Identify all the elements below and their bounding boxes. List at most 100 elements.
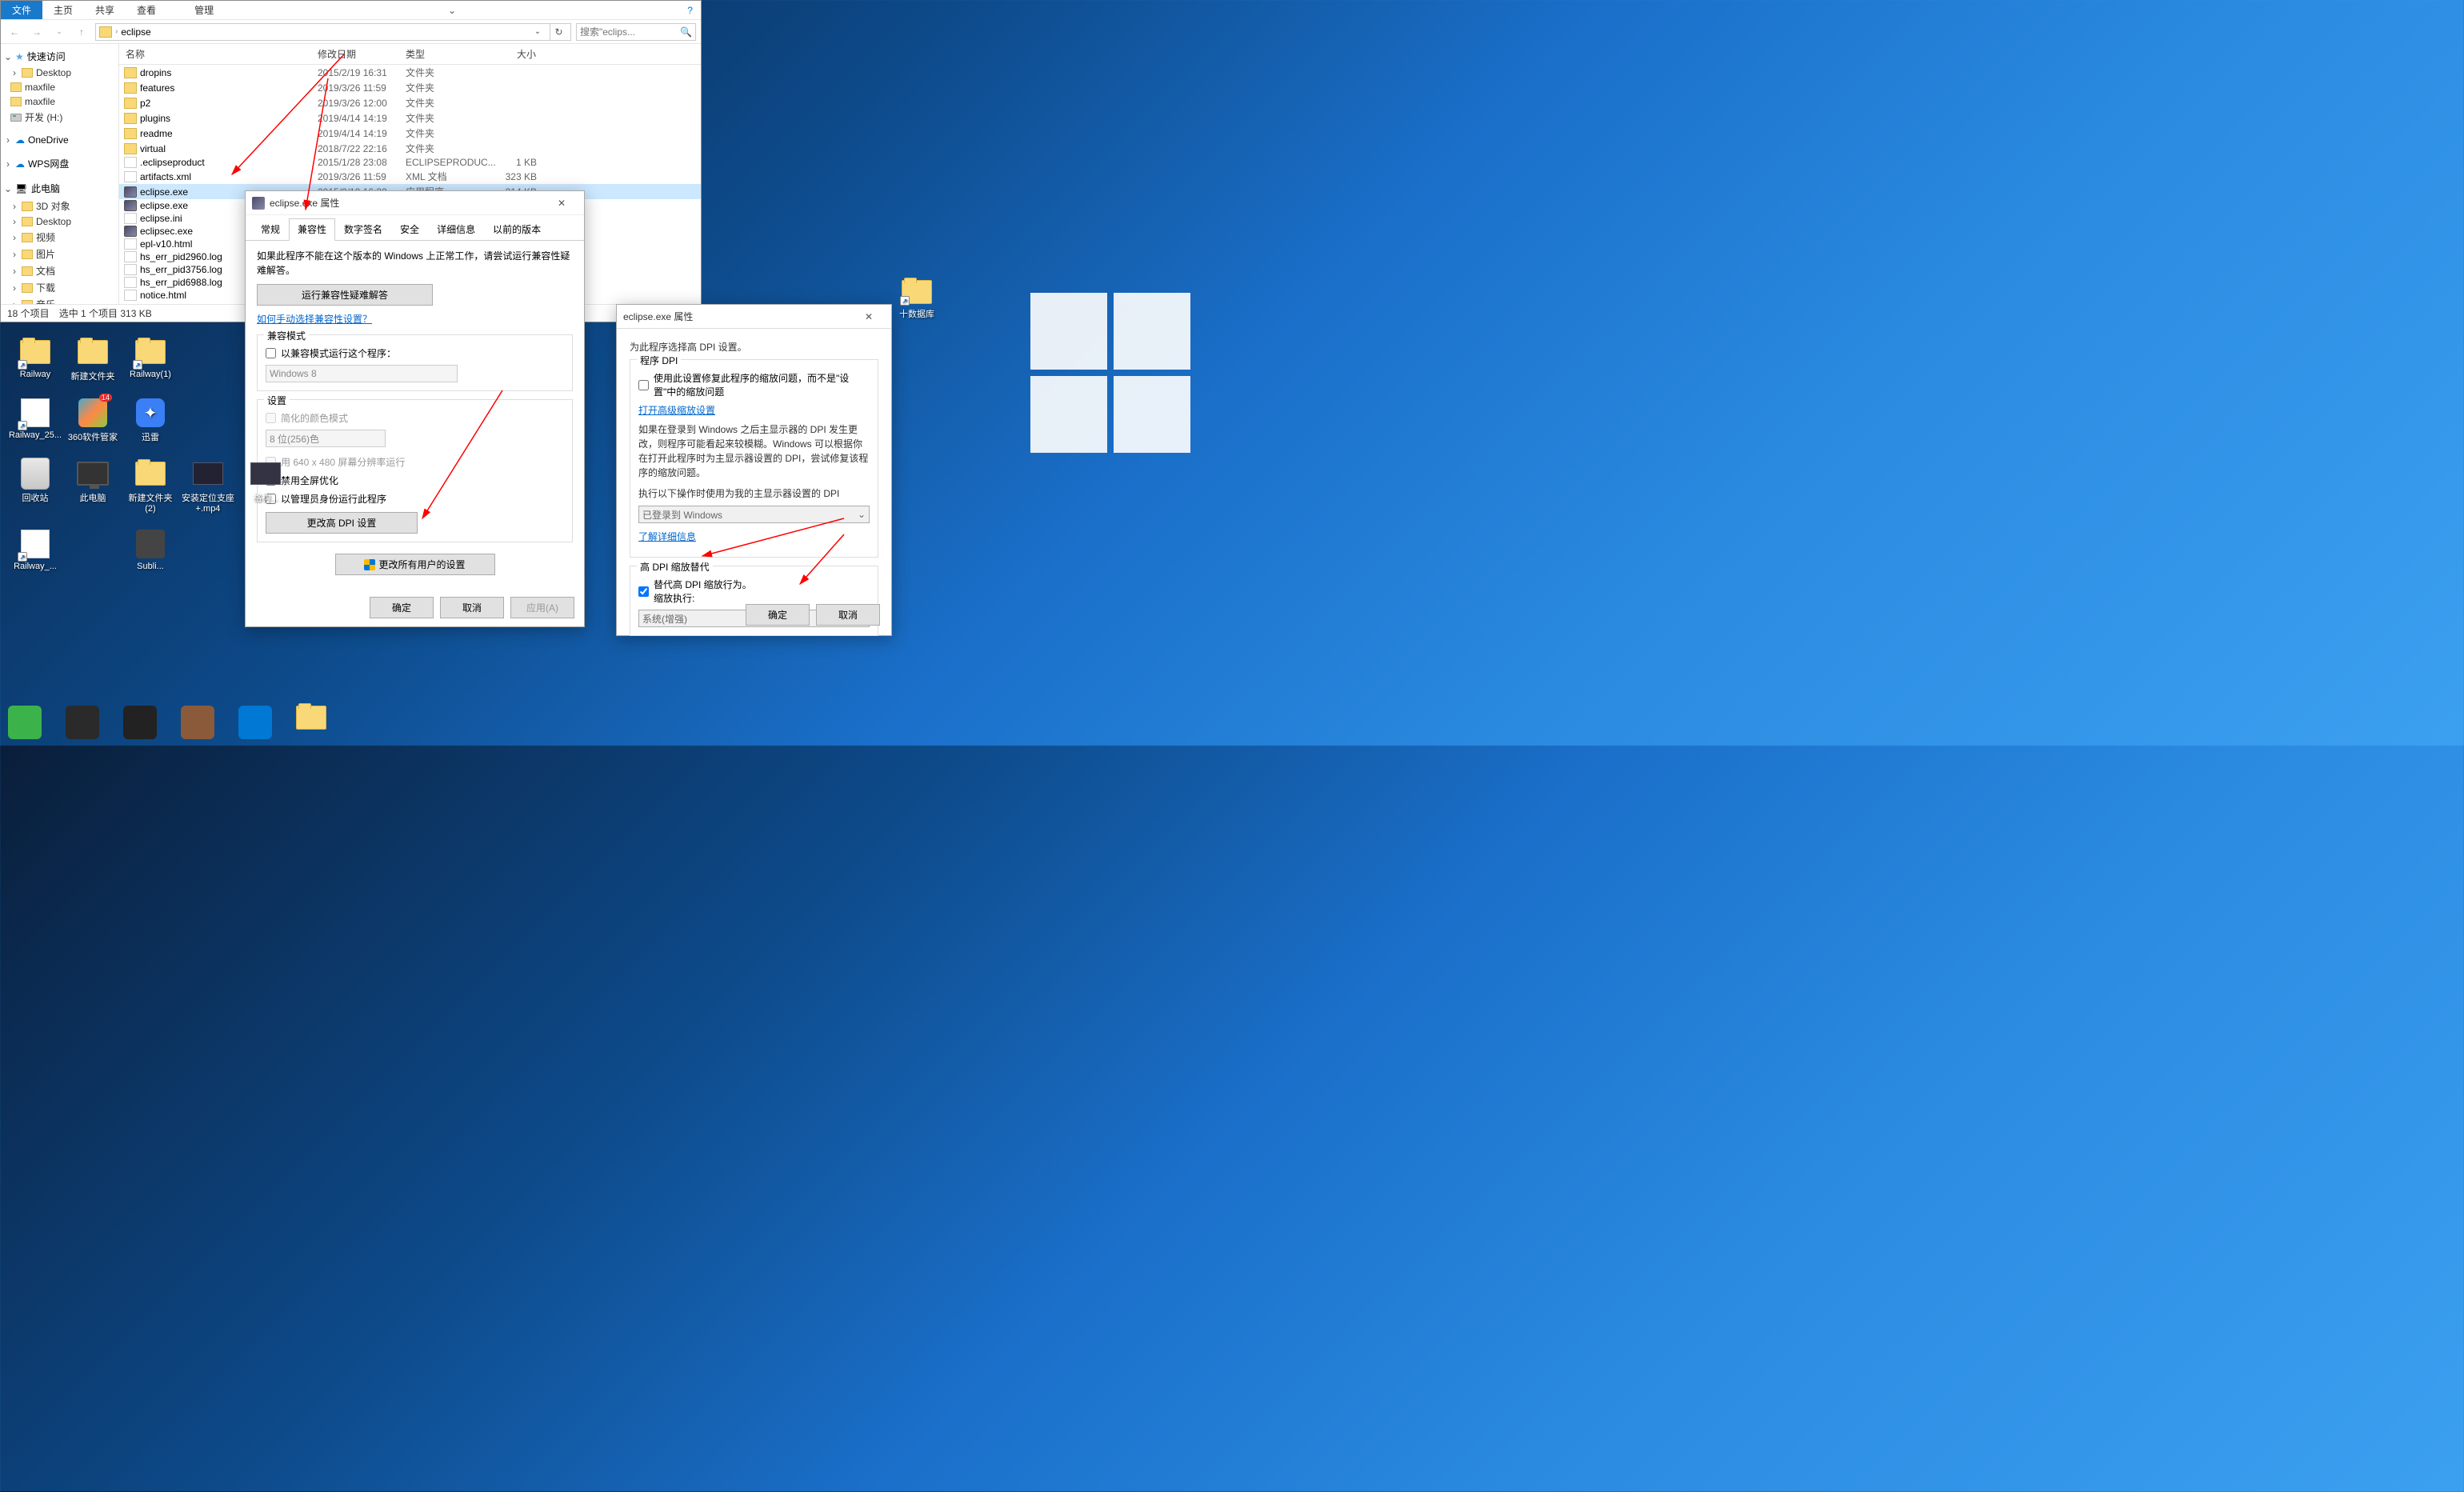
file-type: 文件夹 [399,126,479,140]
desktop-item[interactable]: ↗Railway [8,336,62,382]
qq-icon[interactable] [66,706,99,739]
folder-icon [124,113,137,124]
search-input[interactable] [580,26,680,38]
tab-previous[interactable]: 以前的版本 [484,218,550,240]
wechat-icon[interactable] [8,706,42,739]
unity-icon[interactable] [123,706,157,739]
desktop-folder-db[interactable]: ↗ 十数据库 [899,280,934,320]
ribbon-tab-manage[interactable]: 管理 [183,1,225,19]
app-icon[interactable] [181,706,214,739]
cancel-button[interactable]: 取消 [440,597,504,618]
file-name: features [140,82,174,94]
file-row[interactable]: .eclipseproduct2015/1/28 23:08ECLIPSEPRO… [119,156,701,169]
col-header-date[interactable]: 修改日期 [311,44,399,64]
ribbon-tab-view[interactable]: 查看 [126,1,167,19]
nav-back-icon[interactable]: ← [6,23,23,41]
sidebar-quick-access[interactable]: ⌄★快速访问 [1,47,118,66]
file-row[interactable]: dropins2015/2/19 16:31文件夹 [119,65,701,80]
tab-signatures[interactable]: 数字签名 [335,218,391,240]
tab-details[interactable]: 详细信息 [428,218,484,240]
open-advanced-link[interactable]: 打开高级缩放设置 [638,405,715,416]
sidebar-wps[interactable]: ›☁WPS网盘 [1,154,118,173]
apply-button[interactable]: 应用(A) [510,597,574,618]
folder-icon [124,82,137,94]
sidebar-onedrive[interactable]: ›☁OneDrive [1,132,118,148]
sidebar-item-desktop2[interactable]: ›Desktop [1,214,118,229]
tab-compat[interactable]: 兼容性 [289,218,335,241]
close-icon[interactable]: ✕ [546,192,578,214]
desktop-recycle-bin[interactable]: 回收站 [8,458,62,514]
desktop-item[interactable]: 格构... [238,458,293,514]
file-row[interactable]: readme2019/4/14 14:19文件夹 [119,126,701,141]
file-row[interactable]: plugins2019/4/14 14:19文件夹 [119,110,701,126]
desktop-item[interactable]: Subli... [123,528,178,571]
compat-mode-checkbox[interactable]: 以兼容模式运行这个程序： [266,346,564,360]
desktop-item[interactable]: ✦迅雷 [123,397,178,443]
shield-icon [364,559,375,570]
nav-history-icon[interactable]: ⌄ [50,23,68,41]
file-row[interactable]: artifacts.xml2019/3/26 11:59XML 文档323 KB [119,169,701,184]
sidebar-item-maxfile2[interactable]: maxfile [1,94,118,109]
edge-icon[interactable] [238,706,272,739]
desktop-item[interactable]: 安装定位支座+.mp4 [181,458,235,514]
col-header-type[interactable]: 类型 [399,44,479,64]
fix-scaling-checkbox[interactable]: 使用此设置修复此程序的缩放问题，而不是"设置"中的缩放问题 [638,371,870,398]
ok-button[interactable]: 确定 [746,604,810,626]
desktop-item[interactable]: ↗Railway_25... [8,397,62,443]
compat-mode-select[interactable]: Windows 8 [266,365,458,382]
cancel-button[interactable]: 取消 [816,604,880,626]
learn-more-link[interactable]: 了解详细信息 [638,531,696,542]
tab-security[interactable]: 安全 [391,218,428,240]
sidebar-item-pictures[interactable]: ›图片 [1,246,118,262]
manual-settings-link[interactable]: 如何手动选择兼容性设置？ [257,314,372,325]
sidebar-item-videos[interactable]: ›视频 [1,229,118,246]
sidebar-thispc[interactable]: ⌄🖥此电脑 [1,179,118,198]
nav-up-icon[interactable]: ↑ [73,23,90,41]
ribbon-tab-share[interactable]: 共享 [84,1,126,19]
override-checkbox[interactable]: 替代高 DPI 缩放行为。 缩放执行: [638,578,870,605]
cloud-icon: ☁ [15,158,25,170]
ok-button[interactable]: 确定 [370,597,434,618]
sidebar-item-desktop[interactable]: ›Desktop [1,66,118,80]
ribbon-tab-file[interactable]: 文件 [1,1,42,19]
file-row[interactable]: virtual2018/7/22 22:16文件夹 [119,141,701,156]
sidebar-item-maxfile[interactable]: maxfile [1,80,118,94]
address-input[interactable] [121,26,526,38]
cloud-icon: ☁ [15,134,25,146]
sidebar-item-docs[interactable]: ›文档 [1,262,118,279]
col-header-name[interactable]: 名称 [119,44,311,64]
file-row[interactable]: p22019/3/26 12:00文件夹 [119,95,701,110]
troubleshoot-button[interactable]: 运行兼容性疑难解答 [257,284,433,306]
dlg1-titlebar[interactable]: eclipse.exe 属性 ✕ [246,191,584,215]
close-icon[interactable]: ✕ [853,306,885,328]
desktop-item[interactable]: 14360软件管家 [66,397,120,443]
disable-fullscreen-checkbox[interactable]: 禁用全屏优化 [266,474,564,487]
file-date: 2019/3/26 12:00 [311,98,399,109]
sidebar-item-3d[interactable]: ›3D 对象 [1,198,118,214]
dlg2-titlebar[interactable]: eclipse.exe 属性 ✕ [617,305,891,329]
desktop-item[interactable]: 新建文件夹(2) [123,458,178,514]
desktop-item[interactable]: 新建文件夹 [66,336,120,382]
sidebar-item-music[interactable]: ›音乐 [1,296,118,304]
nav-forward-icon[interactable]: → [28,23,46,41]
address-refresh-icon[interactable]: ↻ [550,23,567,41]
desktop-item[interactable]: ↗Railway_... [8,528,62,571]
search-box[interactable]: 🔍 [576,23,696,41]
file-icon [124,277,137,288]
sidebar-item-devh[interactable]: 开发 (H:) [1,109,118,126]
change-all-users-button[interactable]: 更改所有用户的设置 [335,554,495,575]
file-row[interactable]: features2019/3/26 11:59文件夹 [119,80,701,95]
folder-icon [124,67,137,78]
desktop-item[interactable]: ↗Railway(1) [123,336,178,382]
address-dropdown-icon[interactable]: ⌄ [529,23,546,41]
sidebar-item-downloads[interactable]: ›下载 [1,279,118,296]
exe-icon [124,186,137,198]
col-header-size[interactable]: 大小 [479,44,543,64]
run-admin-checkbox[interactable]: 以管理员身份运行此程序 [266,492,564,506]
ribbon-help-icon[interactable]: ? [679,1,701,19]
ribbon-tab-home[interactable]: 主页 [42,1,84,19]
ribbon-expand-icon[interactable]: ⌄ [440,1,464,19]
desktop-this-pc[interactable]: 此电脑 [66,458,120,514]
address-bar[interactable]: › ⌄ ↻ [95,23,571,41]
tab-general[interactable]: 常规 [252,218,289,240]
